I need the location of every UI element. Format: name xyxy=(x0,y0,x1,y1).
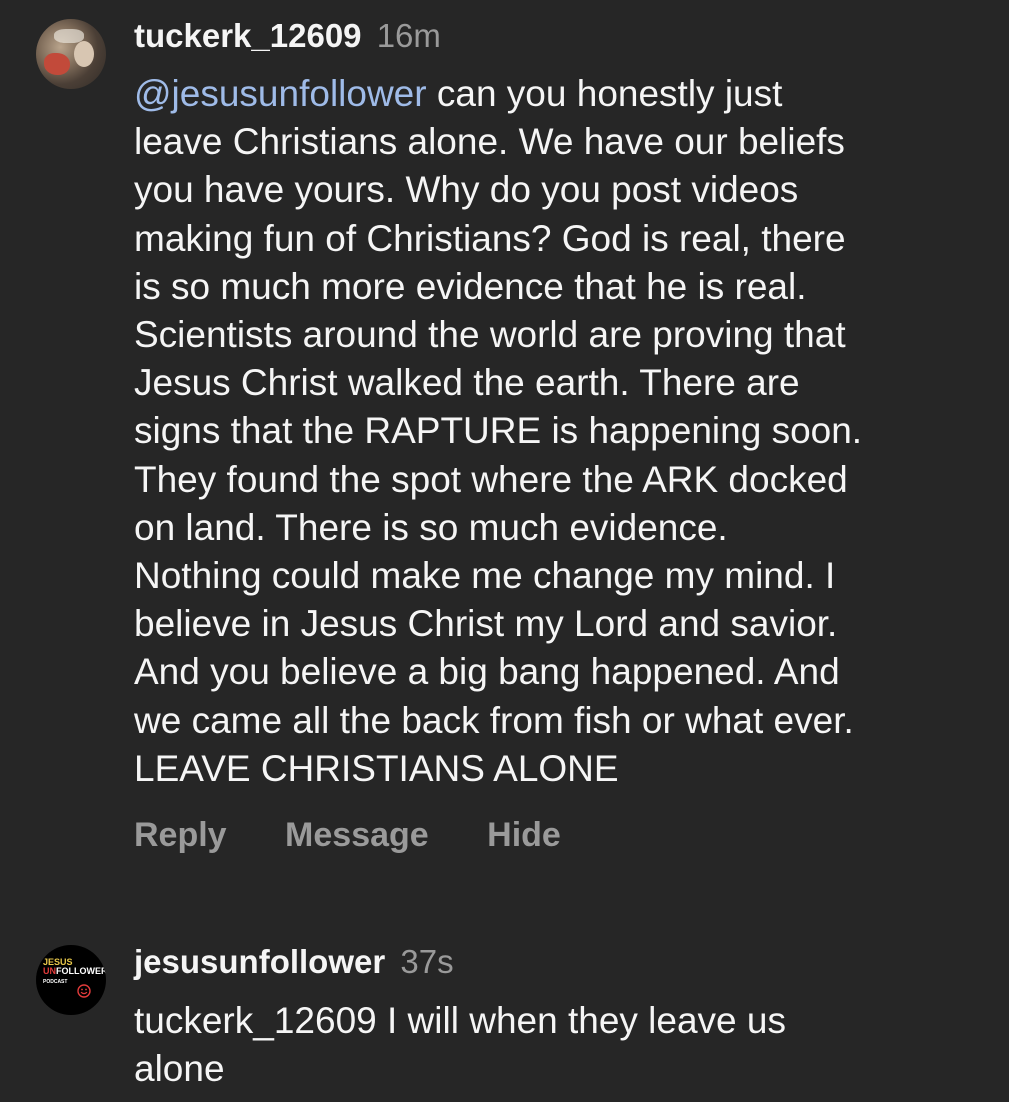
comment-username[interactable]: jesusunfollower xyxy=(134,943,385,980)
comment-line: alone xyxy=(134,1048,225,1090)
comment-timestamp: 16m xyxy=(376,17,441,54)
comment-line: Nothing could make me change my mind. I xyxy=(134,555,836,597)
comment-text: tuckerk_12609 I will when they leave us … xyxy=(134,997,1004,1093)
comment-actions: Reply Message Hide xyxy=(134,812,561,858)
comment-line: on land. There is so much evidence. xyxy=(134,506,728,548)
comment-line: we came all the back from fish or what e… xyxy=(134,699,854,741)
avatar-photo-detail xyxy=(44,53,70,75)
comment-line: Jesus Christ walked the earth. There are xyxy=(134,362,800,404)
smiley-icon xyxy=(77,984,91,998)
comment-line: And you believe a big bang happened. And xyxy=(134,651,840,693)
comment-header: jesusunfollower 37s xyxy=(134,942,454,982)
comment-line: making fun of Christians? God is real, t… xyxy=(134,217,846,259)
comment-username[interactable]: tuckerk_12609 xyxy=(134,17,362,54)
message-button[interactable]: Message xyxy=(285,812,429,858)
comment-text: @jesusunfollower can you honestly just l… xyxy=(134,70,1004,793)
comment-line: Scientists around the world are proving … xyxy=(134,314,846,356)
hide-button[interactable]: Hide xyxy=(487,812,561,858)
comment-line: signs that the RAPTURE is happening soon… xyxy=(134,410,863,452)
comment-line: believe in Jesus Christ my Lord and savi… xyxy=(134,603,838,645)
comment-line: They found the spot where the ARK docked xyxy=(134,458,848,500)
comment-line: LEAVE CHRISTIANS ALONE xyxy=(134,747,619,789)
comment-line: is so much more evidence that he is real… xyxy=(134,265,807,307)
comment-line: you have yours. Why do you post videos xyxy=(134,169,799,211)
comment-line: @jesusunfollower can you honestly just xyxy=(134,73,783,114)
comment-line: leave Christians alone. We have our beli… xyxy=(134,121,845,163)
podcast-logo-avatar[interactable]: JESUS UNFOLLOWER PODCAST xyxy=(36,945,106,1015)
user-avatar[interactable] xyxy=(36,19,106,89)
comment-line: tuckerk_12609 I will when they leave us xyxy=(134,1000,786,1041)
mention-link[interactable]: @jesusunfollower xyxy=(134,73,427,114)
avatar-photo-detail xyxy=(74,41,94,67)
podcast-logo: JESUS UNFOLLOWER PODCAST xyxy=(43,957,106,986)
comment-timestamp: 37s xyxy=(400,943,454,980)
comment-header: tuckerk_12609 16m xyxy=(134,16,441,56)
reply-button[interactable]: Reply xyxy=(134,812,227,858)
